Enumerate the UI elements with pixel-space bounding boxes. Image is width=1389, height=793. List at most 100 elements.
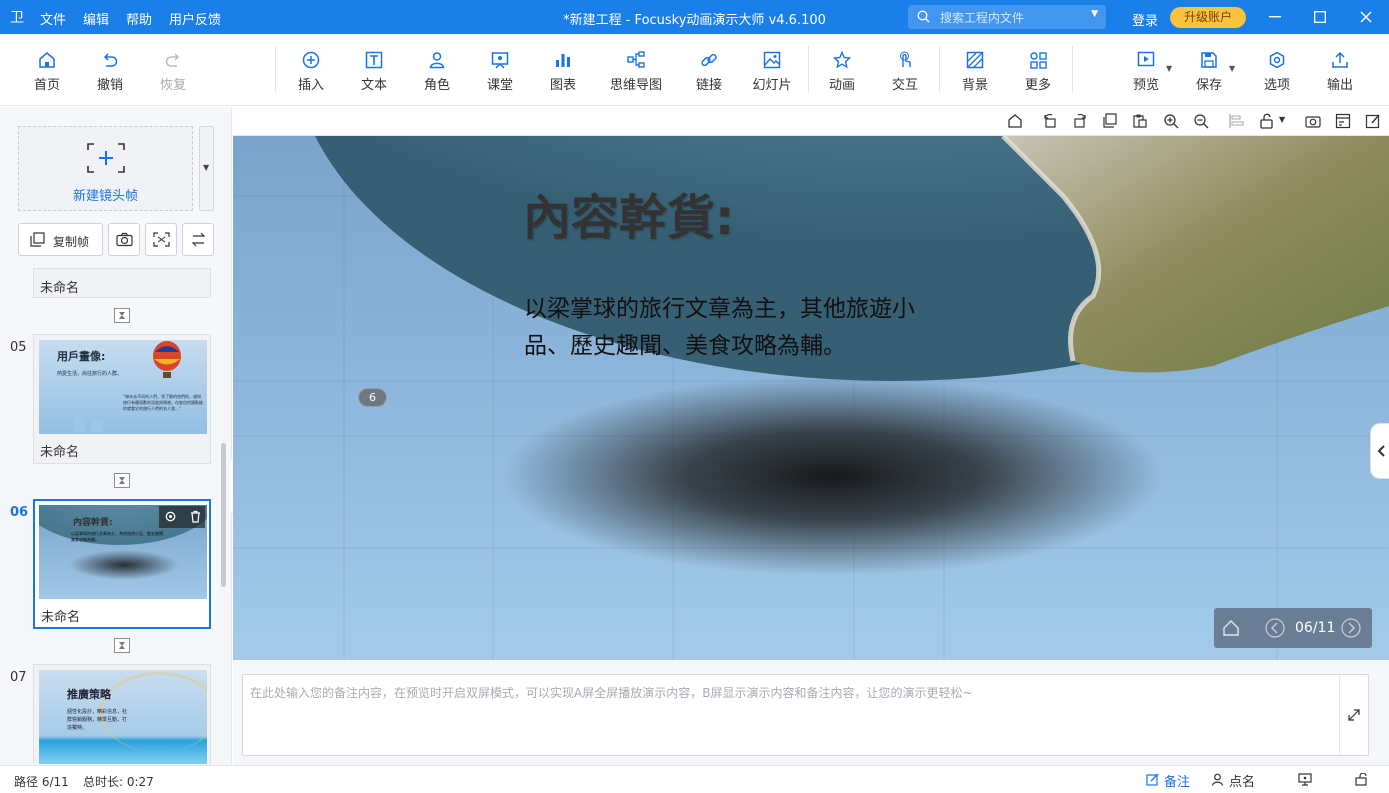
unlock-icon[interactable] <box>1259 113 1275 129</box>
menu-help[interactable]: 帮助 <box>126 9 152 28</box>
transition-icon[interactable] <box>114 308 130 323</box>
person-icon <box>1211 773 1224 786</box>
options-button[interactable]: 选项 <box>1257 34 1297 106</box>
classroom-button[interactable]: 课堂 <box>480 34 520 106</box>
interaction-button[interactable]: 交互 <box>885 34 925 106</box>
login-link[interactable]: 登录 <box>1132 10 1158 29</box>
link-button[interactable]: 链接 <box>689 34 729 106</box>
export-button[interactable]: 输出 <box>1320 34 1360 106</box>
maximize-icon[interactable] <box>1314 11 1326 23</box>
chevron-down-icon: ▼ <box>203 163 210 172</box>
chart-button[interactable]: 图表 <box>543 34 583 106</box>
preview-dropdown-icon[interactable]: ▼ <box>1166 64 1172 73</box>
title-bar: 卫 文件 编辑 帮助 用户反馈 *新建工程 - Focusky动画演示大师 v4… <box>0 0 1389 34</box>
lock-dropdown-icon[interactable]: ▼ <box>1279 115 1285 124</box>
minimize-icon[interactable] <box>1269 16 1281 18</box>
redo-button[interactable]: 恢复 <box>153 34 193 106</box>
preview-button[interactable]: 预览 <box>1126 34 1166 106</box>
slide-item-active[interactable]: 內容幹貨: 以梁掌球的旅行文章為主，其他旅遊小品、歷史趣聞、美食攻略為輔。 未命… <box>33 499 211 629</box>
slide-thumbnail: 用戶畫像: 熱愛生活，尚往旅行的人群。 “每年去不同的人們，到了解的他們的，越知… <box>39 340 207 434</box>
redo-icon <box>165 53 180 67</box>
status-bar: 路径 6/11 总时长: 0:27 备注 点名 <box>0 765 1389 793</box>
path-order-button[interactable] <box>182 223 214 256</box>
slide-item[interactable]: 用戶畫像: 熱愛生活，尚往旅行的人群。 “每年去不同的人們，到了解的他們的，越知… <box>33 334 211 464</box>
duplicate-icon[interactable] <box>1102 113 1118 129</box>
menu-edit[interactable]: 编辑 <box>83 9 109 28</box>
mindmap-icon <box>627 51 645 68</box>
save-button[interactable]: 保存 <box>1189 34 1229 106</box>
expand-right-panel-button[interactable] <box>1370 423 1389 479</box>
record-icon[interactable] <box>1335 113 1351 129</box>
search-box[interactable]: 搜索工程内文件 ▼ <box>908 5 1106 29</box>
classroom-icon <box>491 52 509 69</box>
text-icon <box>365 51 383 69</box>
new-frame-dropdown[interactable]: ▼ <box>199 126 214 211</box>
home-view-icon[interactable] <box>1007 113 1023 129</box>
save-dropdown-icon[interactable]: ▼ <box>1229 64 1235 73</box>
animation-button[interactable]: 动画 <box>822 34 862 106</box>
settings-icon[interactable] <box>164 510 177 523</box>
slideshow-button[interactable]: 幻灯片 <box>750 34 794 106</box>
play-icon <box>1137 51 1155 67</box>
close-icon[interactable] <box>1360 11 1372 23</box>
frame-badge[interactable]: 6 <box>358 388 387 407</box>
transition-icon[interactable] <box>114 473 130 488</box>
background-icon <box>966 51 984 69</box>
slide-body-text[interactable]: 以梁掌球的旅行文章為主，其他旅遊小 品、歷史趣聞、美食攻略為輔。 <box>524 291 915 365</box>
rotate-right-icon[interactable] <box>1072 113 1088 129</box>
home-button[interactable]: 首页 <box>27 34 67 106</box>
home-icon[interactable] <box>1222 619 1240 637</box>
copy-frame-button[interactable]: 复制帧 <box>18 223 103 256</box>
toolbar-divider <box>275 46 276 92</box>
background-button[interactable]: 背景 <box>955 34 995 106</box>
paste-icon[interactable] <box>1132 113 1148 129</box>
fit-frame-button[interactable] <box>145 223 177 256</box>
next-slide-icon[interactable] <box>1341 618 1361 638</box>
swap-icon <box>191 232 206 247</box>
zoom-in-icon[interactable] <box>1163 113 1179 129</box>
menu-file[interactable]: 文件 <box>40 9 66 28</box>
snapshot-button[interactable] <box>108 223 140 256</box>
undo-button[interactable]: 撤销 <box>90 34 130 106</box>
slide-title[interactable]: 內容幹貨: <box>523 178 734 248</box>
chevron-down-icon[interactable]: ▼ <box>1091 9 1098 19</box>
duration-status: 总时长: 0:27 <box>83 775 154 789</box>
undo-icon <box>103 53 118 67</box>
new-frame-button[interactable]: 新建镜头帧 <box>18 126 193 211</box>
export-icon <box>1332 51 1348 68</box>
frame-list-scrollbar[interactable] <box>221 443 226 587</box>
grid-icon <box>1030 52 1047 69</box>
toolbar-divider <box>939 46 940 92</box>
insert-button[interactable]: 插入 <box>291 34 331 106</box>
prev-slide-icon[interactable] <box>1265 618 1285 638</box>
text-button[interactable]: 文本 <box>354 34 394 106</box>
upgrade-button[interactable]: 升级账户 <box>1170 7 1246 28</box>
notes-input[interactable]: 在此处输入您的备注内容，在预览时开启双屏模式，可以实现A屏全屏播放演示内容，B屏… <box>242 674 1369 756</box>
options-icon <box>1269 51 1285 69</box>
search-input[interactable]: 搜索工程内文件 <box>940 9 1024 26</box>
tap-icon <box>900 51 911 67</box>
transition-icon[interactable] <box>114 638 130 653</box>
slide-number: 07 <box>10 670 27 685</box>
menu-feedback[interactable]: 用户反馈 <box>169 9 221 28</box>
role-button[interactable]: 角色 <box>417 34 457 106</box>
toolbar-divider <box>808 46 809 92</box>
slide-canvas[interactable]: 內容幹貨: 以梁掌球的旅行文章為主，其他旅遊小 品、歷史趣聞、美食攻略為輔。 6… <box>233 136 1389 660</box>
expand-icon[interactable] <box>1348 709 1360 721</box>
edit-icon[interactable] <box>1365 113 1381 129</box>
slide-thumbnail: 內容幹貨: 以梁掌球的旅行文章為主，其他旅遊小品、歷史趣聞、美食攻略為輔。 <box>39 505 207 599</box>
slide-item[interactable]: 推廣策略 個性化設計，精彩信息，社群營銷服務，精準互動，打造獨特。 <box>33 664 211 765</box>
zoom-out-icon[interactable] <box>1193 113 1209 129</box>
canvas-toolbar: ▼ <box>233 107 1389 136</box>
camera-icon[interactable] <box>1305 113 1321 129</box>
more-button[interactable]: 更多 <box>1018 34 1058 106</box>
rotate-left-icon[interactable] <box>1042 113 1058 129</box>
unlock-panel-icon[interactable] <box>1355 773 1369 786</box>
align-icon[interactable] <box>1228 113 1244 129</box>
slide-number: 06 <box>10 505 29 520</box>
slide-item[interactable]: 未命名 <box>33 268 211 298</box>
delete-icon[interactable] <box>189 510 202 523</box>
screen-icon[interactable] <box>1298 773 1312 786</box>
mindmap-button[interactable]: 思维导图 <box>606 34 666 106</box>
path-status: 路径 6/11 <box>14 775 69 789</box>
